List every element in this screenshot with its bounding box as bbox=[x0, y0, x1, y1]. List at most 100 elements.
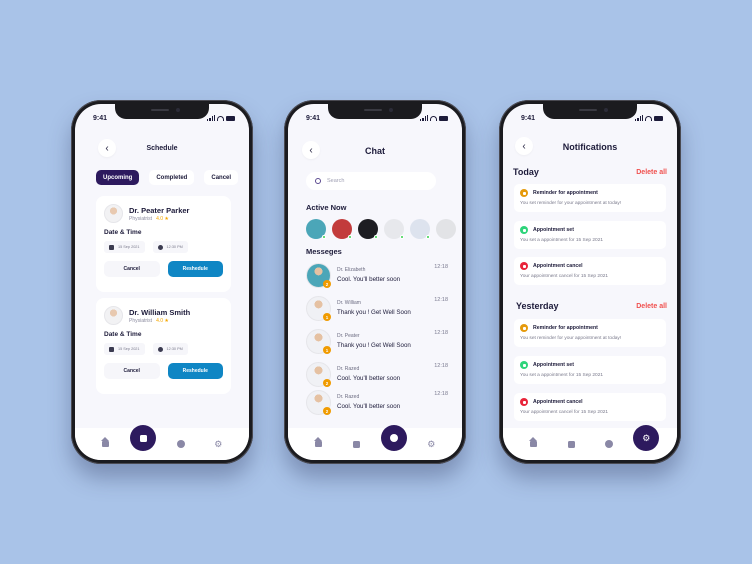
notification-card[interactable]: Appointment set You set a appointment fo… bbox=[514, 356, 666, 384]
online-indicator bbox=[400, 235, 404, 239]
page-title: Chat bbox=[365, 146, 385, 156]
notification-desc: You set a appointment for 15 Sep 2021 bbox=[520, 373, 604, 378]
tab-upcoming[interactable]: Upcoming bbox=[96, 170, 140, 185]
notification-title: Appointment set bbox=[533, 227, 574, 233]
chat-icon bbox=[389, 434, 398, 442]
sender-name: Dr. Peater bbox=[337, 333, 360, 339]
sender-name: Dr. Razed bbox=[337, 366, 360, 372]
status-time: 9:41 bbox=[521, 115, 536, 122]
active-user-avatar[interactable] bbox=[410, 219, 430, 239]
message-item[interactable]: 1 Dr. Peater Thank you ! Get Well Soon 12… bbox=[306, 329, 448, 362]
notch bbox=[543, 104, 637, 119]
battery-icon bbox=[439, 115, 448, 121]
calendar-icon bbox=[109, 346, 114, 352]
status-time: 9:41 bbox=[93, 115, 108, 122]
notification-card[interactable]: Reminder for appointment You set reminde… bbox=[514, 319, 666, 347]
settings-icon: ⚙ bbox=[642, 432, 651, 443]
active-user-avatar[interactable] bbox=[332, 219, 352, 239]
group-heading: Today bbox=[513, 167, 539, 177]
sender-avatar: 2 bbox=[306, 263, 331, 288]
nav-calendar[interactable] bbox=[130, 425, 157, 451]
message-item[interactable]: 2 Dr. Elizabeth Cool. You'll better soon … bbox=[306, 263, 448, 296]
reschedule-button[interactable]: Reshedule bbox=[167, 363, 223, 379]
unread-badge: 2 bbox=[323, 379, 331, 387]
nav-calendar[interactable] bbox=[343, 431, 369, 457]
schedule-tabs: Upcoming Completed Cancel bbox=[96, 170, 249, 185]
message-time: 12:18 bbox=[434, 297, 448, 303]
home-icon bbox=[314, 437, 323, 447]
nav-calendar[interactable] bbox=[558, 431, 584, 457]
notification-title: Appointment cancel bbox=[533, 263, 583, 269]
cancel-button[interactable]: Cancel bbox=[104, 363, 160, 379]
active-user-avatar[interactable] bbox=[306, 219, 326, 239]
tab-cancel[interactable]: Cancel bbox=[204, 170, 239, 185]
nav-settings[interactable]: ⚙ bbox=[633, 425, 660, 451]
appointment-set-icon bbox=[520, 361, 528, 369]
reschedule-button[interactable]: Reshedule bbox=[167, 261, 223, 277]
message-preview: Cool. You'll better soon bbox=[337, 403, 401, 410]
nav-home[interactable] bbox=[306, 431, 332, 457]
phone-chat: 9:41 ‹ Chat Search Active Now Messeges 2… bbox=[284, 100, 466, 464]
calendar-icon bbox=[352, 440, 360, 448]
time-value: 12:30 PM bbox=[166, 347, 183, 351]
notification-card[interactable]: Appointment set You set a appointment fo… bbox=[514, 221, 666, 249]
page-title: Notifications bbox=[562, 142, 618, 152]
notification-title: Reminder for appointment bbox=[533, 325, 598, 331]
notification-desc: You set reminder for your appointment at… bbox=[520, 201, 622, 206]
wifi-icon bbox=[430, 115, 437, 121]
nav-home[interactable] bbox=[93, 431, 119, 457]
bottom-nav: ⚙ bbox=[503, 425, 677, 460]
nav-settings[interactable]: ⚙ bbox=[205, 431, 231, 457]
nav-settings[interactable]: ⚙ bbox=[418, 431, 444, 457]
message-item[interactable]: 2 Dr. Razed Cool. You'll better soon 12:1… bbox=[306, 362, 448, 390]
date-time-label: Date & Time bbox=[104, 229, 142, 236]
battery-icon bbox=[654, 115, 663, 121]
delete-all-button[interactable]: Delete all bbox=[636, 303, 667, 310]
status-icons bbox=[207, 115, 235, 121]
cancel-button[interactable]: Cancel bbox=[104, 261, 160, 277]
online-indicator bbox=[374, 235, 378, 239]
active-user-avatar[interactable] bbox=[384, 219, 404, 239]
notification-desc: You set reminder for your appointment at… bbox=[520, 336, 622, 341]
unread-badge: 1 bbox=[323, 346, 331, 354]
notification-card[interactable]: Appointment cancel Your appointment canc… bbox=[514, 393, 666, 421]
appointment-set-icon bbox=[520, 226, 528, 234]
notification-card[interactable]: Appointment cancel Your appointment canc… bbox=[514, 257, 666, 285]
search-input[interactable]: Search bbox=[306, 172, 436, 190]
doctor-name: Dr. William Smith bbox=[129, 307, 191, 317]
nav-chat[interactable] bbox=[380, 425, 407, 451]
bottom-nav: ⚙ bbox=[288, 425, 462, 460]
active-user-avatar[interactable] bbox=[436, 219, 456, 239]
nav-chat[interactable] bbox=[596, 431, 622, 457]
date-value: 15 Sep 2021 bbox=[118, 245, 140, 249]
notification-card[interactable]: Reminder for appointment You set reminde… bbox=[514, 184, 666, 212]
calendar-icon bbox=[567, 440, 575, 448]
sender-avatar: 2 bbox=[306, 390, 331, 415]
notification-desc: Your appointment cancel for 15 Sep 2021 bbox=[520, 410, 609, 415]
sender-avatar: 2 bbox=[306, 362, 331, 387]
message-item[interactable]: 1 Dr. William Thank you ! Get Well Soon 1… bbox=[306, 296, 448, 329]
sender-name: Dr. Razed bbox=[337, 394, 360, 400]
nav-chat[interactable] bbox=[168, 431, 194, 457]
active-user-avatar[interactable] bbox=[358, 219, 378, 239]
tab-completed[interactable]: Completed bbox=[149, 170, 195, 185]
sender-name: Dr. Elizabeth bbox=[337, 267, 366, 273]
search-icon bbox=[315, 178, 321, 184]
doctor-avatar bbox=[104, 204, 123, 223]
home-icon bbox=[101, 437, 110, 447]
notification-desc: Your appointment cancel for 15 Sep 2021 bbox=[520, 274, 609, 279]
signal-icon bbox=[207, 115, 215, 121]
message-item[interactable]: 2 Dr. Razed Cool. You'll better soon 12:1… bbox=[306, 390, 448, 423]
rating: 4.0 ★ bbox=[156, 317, 169, 324]
status-time: 9:41 bbox=[306, 115, 321, 122]
message-preview: Thank you ! Get Well Soon bbox=[337, 309, 411, 316]
notch bbox=[328, 104, 422, 119]
delete-all-button[interactable]: Delete all bbox=[636, 169, 667, 176]
nav-home[interactable] bbox=[521, 431, 547, 457]
status-icons bbox=[420, 115, 448, 121]
search-placeholder: Search bbox=[327, 178, 345, 184]
battery-icon bbox=[226, 115, 235, 121]
settings-icon: ⚙ bbox=[214, 438, 223, 449]
unread-badge: 2 bbox=[323, 407, 331, 415]
reminder-icon bbox=[520, 189, 528, 197]
